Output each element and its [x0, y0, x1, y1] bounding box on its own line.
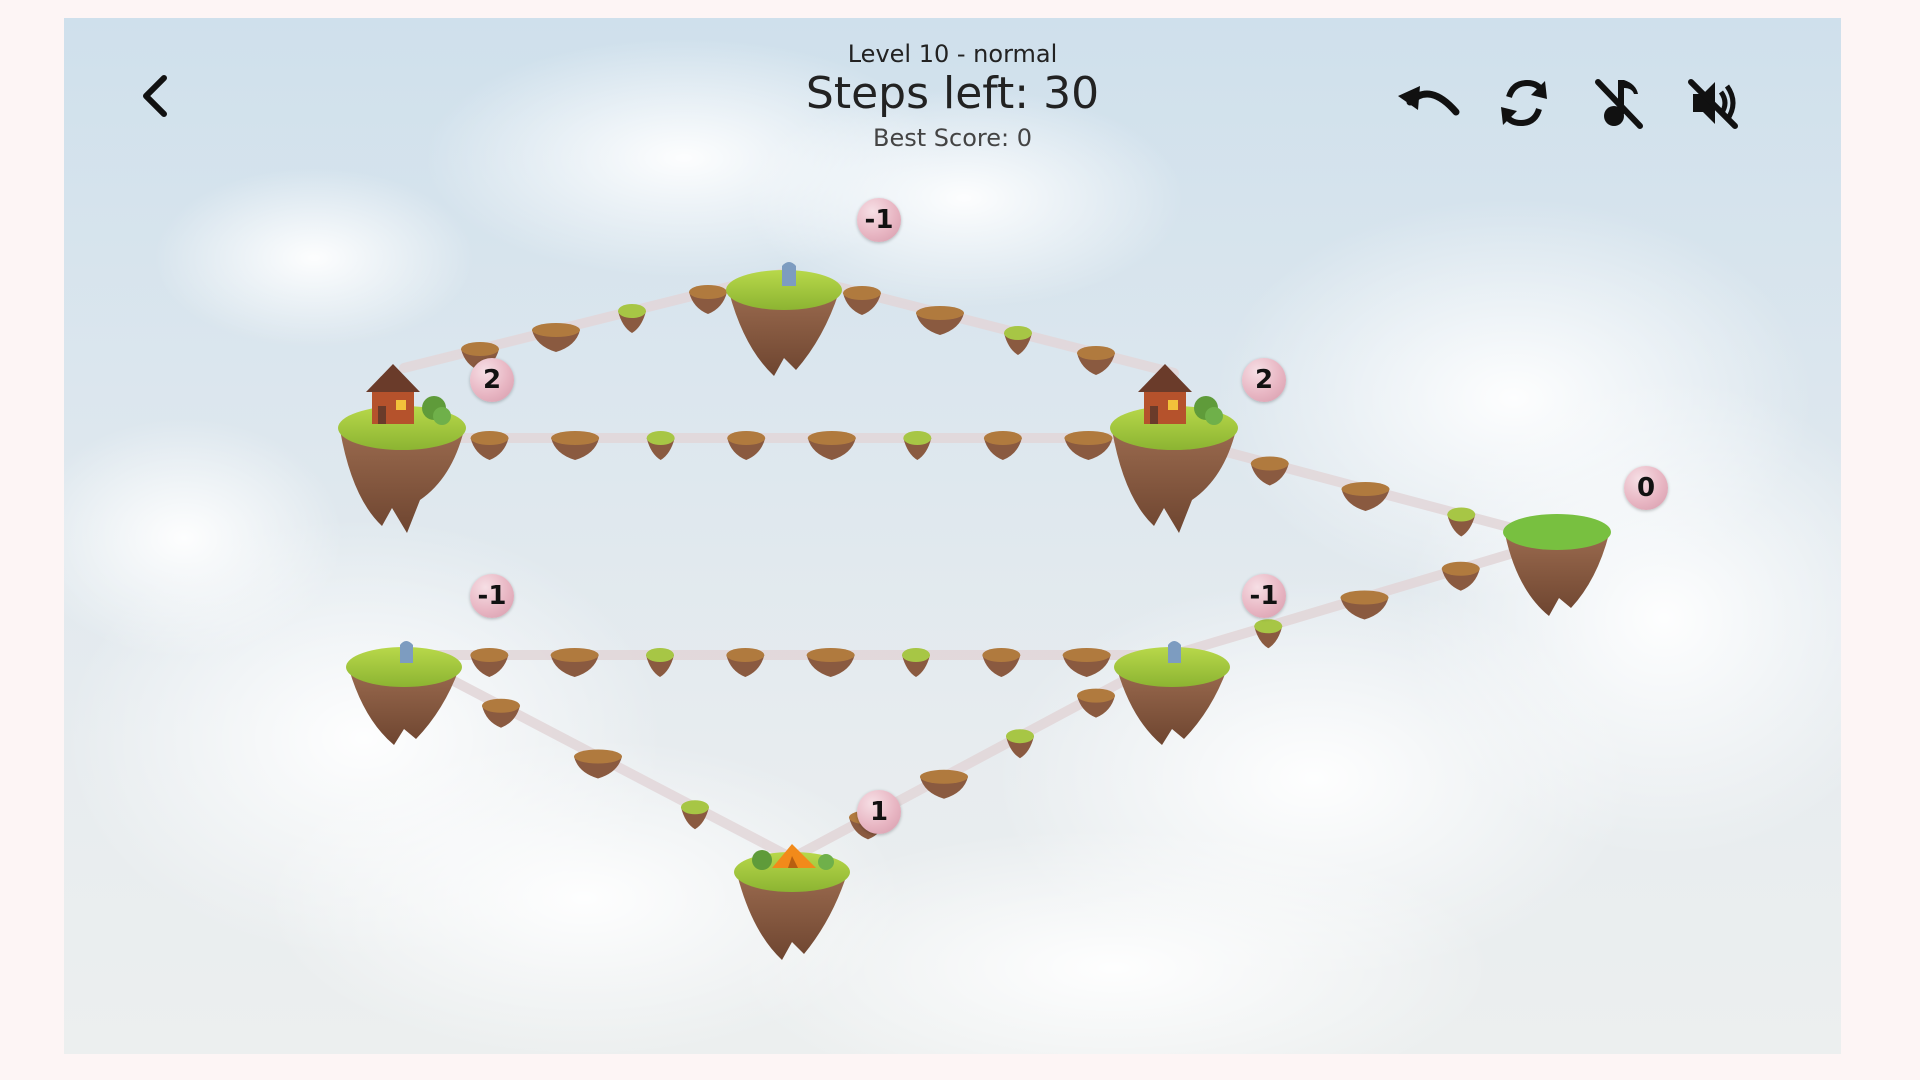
island-house-left[interactable]: [338, 364, 466, 533]
sound-off-icon: [1688, 79, 1738, 129]
stepping-rock: [806, 648, 855, 677]
stepping-rock: [646, 431, 675, 460]
best-score-label: Best Score: 0: [873, 124, 1032, 152]
stepping-rock: [1077, 346, 1115, 375]
stepping-rock: [470, 431, 509, 460]
undo-button[interactable]: [1394, 68, 1464, 138]
stepping-rock: [532, 323, 580, 352]
house-icon: [366, 364, 451, 425]
music-off-icon: [1595, 79, 1643, 129]
stepping-rock: [843, 286, 881, 315]
restart-button[interactable]: [1489, 68, 1559, 138]
stepping-rock: [618, 304, 646, 333]
stepping-rock: [903, 431, 932, 460]
stepping-rock: [727, 431, 766, 460]
island-score-badge: -1: [1242, 574, 1286, 618]
stepping-rock: [551, 431, 600, 460]
island-stone-top[interactable]: [726, 262, 842, 376]
music-toggle-button[interactable]: [1585, 68, 1655, 138]
gravestone-icon: [782, 262, 796, 286]
house-icon: [1138, 364, 1223, 425]
gravestone-icon: [1168, 641, 1181, 663]
island-score-badge: -1: [470, 574, 514, 618]
stepping-rock: [807, 431, 856, 460]
stepping-rock: [689, 285, 727, 314]
stepping-rock: [902, 648, 930, 677]
steps-left-label: Steps left: 30: [805, 68, 1100, 119]
level-label: Level 10 - normal: [847, 40, 1058, 68]
level-map: [64, 38, 1841, 1054]
stepping-rock: [920, 769, 968, 799]
game-board: Level 10 - normal Steps left: 30 Best Sc…: [64, 18, 1841, 1054]
gravestone-icon: [400, 641, 413, 663]
sound-toggle-button[interactable]: [1679, 68, 1749, 138]
undo-icon: [1398, 86, 1460, 116]
stepping-rock: [983, 431, 1022, 460]
island-score-badge: -1: [857, 198, 901, 242]
island-score-badge: 2: [1242, 358, 1286, 402]
stepping-rock: [916, 306, 964, 335]
stepping-rock: [1004, 326, 1032, 355]
stepping-rock: [982, 648, 1021, 677]
stepping-rock: [726, 648, 765, 677]
refresh-icon: [1501, 79, 1547, 127]
island-score-badge: 0: [1624, 466, 1668, 510]
island-score-badge: 2: [470, 358, 514, 402]
island-score-badge: 1: [857, 790, 901, 834]
stepping-rock: [1064, 431, 1113, 460]
